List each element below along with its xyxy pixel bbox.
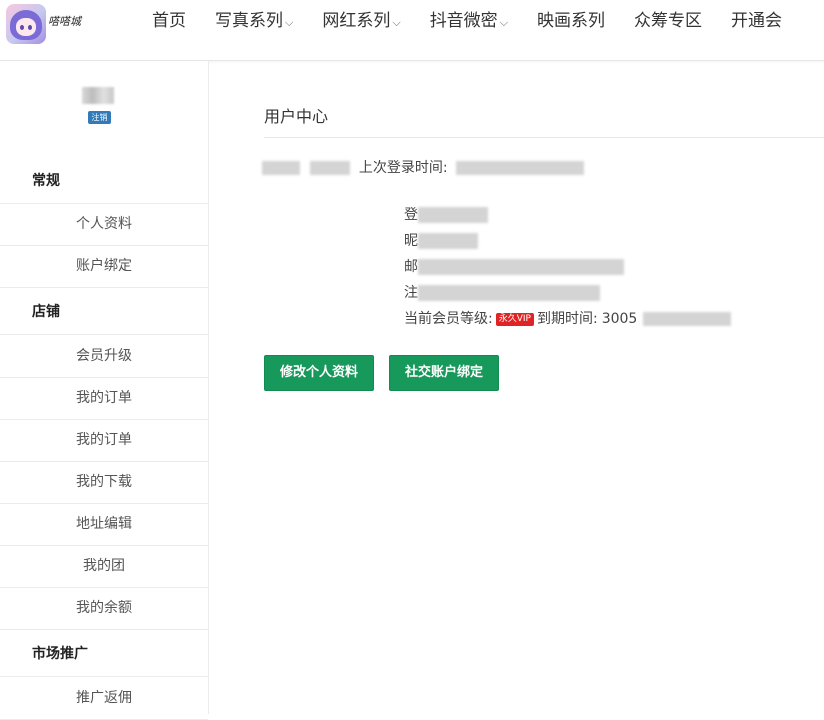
field-label: 昵	[404, 233, 418, 249]
nav-item-influencer-series[interactable]: 网红系列 ⌵	[322, 0, 400, 42]
sidebar-section-shop: 店铺	[0, 290, 208, 335]
nav-item-crowdfunding[interactable]: 众筹专区	[634, 0, 702, 42]
redacted-expire-date	[643, 312, 732, 326]
nav-item-label: 众筹专区	[634, 11, 703, 31]
redacted-value	[418, 207, 488, 223]
info-email: 邮	[404, 256, 624, 278]
nav-item-membership[interactable]: 开通会	[731, 0, 782, 42]
expire-label: 到期时间:	[536, 311, 598, 327]
info-login-name: 登	[404, 204, 488, 226]
field-label: 邮	[404, 259, 418, 275]
logout-button[interactable]: 注销	[88, 111, 111, 124]
sidebar-item-my-orders-2[interactable]: 我的订单	[0, 420, 208, 462]
chevron-down-icon: ⌵	[499, 16, 509, 29]
nav-item-label: 抖音微密	[429, 11, 498, 31]
avatar[interactable]	[82, 87, 114, 104]
nav-item-home[interactable]: 首页	[152, 0, 186, 42]
redacted-value	[418, 259, 624, 275]
info-register-time: 注	[404, 282, 600, 304]
nav-item-photo-series[interactable]: 写真系列 ⌵	[215, 0, 293, 42]
nav-item-douyin[interactable]: 抖音微密 ⌵	[430, 0, 508, 42]
site-logo[interactable]	[6, 4, 46, 44]
sidebar-section-general: 常规	[0, 159, 208, 204]
sidebar-item-my-downloads[interactable]: 我的下载	[0, 462, 208, 504]
sidebar-section-marketing: 市场推广	[0, 632, 208, 677]
info-member-level: 当前会员等级: 永久VIP 到期时间: 3005	[404, 308, 732, 330]
logo-face	[16, 18, 36, 36]
logo-eye-left	[20, 25, 24, 30]
sidebar-item-profile[interactable]: 个人资料	[0, 204, 208, 246]
chevron-down-icon: ⌵	[392, 16, 401, 29]
page-title: 用户中心	[264, 107, 329, 126]
redacted-value	[418, 285, 600, 301]
last-login-row: 上次登录时间:	[262, 158, 585, 178]
sidebar-item-my-group[interactable]: 我的团	[0, 546, 208, 588]
redacted-value	[418, 233, 478, 249]
site-logo-text[interactable]: 嗒嗒城	[48, 13, 81, 29]
nav-item-label: 开通会	[731, 11, 783, 31]
info-nickname: 昵	[404, 230, 478, 252]
nav-item-label: 首页	[152, 11, 186, 31]
field-label: 注	[404, 285, 418, 301]
social-account-bind-button[interactable]: 社交账户绑定	[389, 355, 499, 391]
field-label: 登	[404, 207, 418, 223]
redacted-username	[262, 161, 300, 175]
chevron-down-icon: ⌵	[285, 16, 294, 29]
redacted-greeting	[310, 161, 351, 175]
title-divider	[264, 137, 824, 138]
nav-item-label: 写真系列	[215, 11, 283, 31]
nav-item-film-series[interactable]: 映画系列	[537, 0, 605, 42]
user-sidebar: 注销 常规 个人资料 账户绑定 店铺 会员升级 我的订单 我的订单 我的下载 地…	[0, 61, 209, 720]
nav-item-label: 网红系列	[322, 11, 391, 31]
nav-item-label: 映画系列	[537, 11, 606, 31]
logo-eye-right	[28, 25, 32, 30]
last-login-label: 上次登录时间:	[358, 160, 448, 176]
sidebar-item-member-upgrade[interactable]: 会员升级	[0, 336, 208, 378]
sidebar-item-my-orders[interactable]: 我的订单	[0, 378, 208, 420]
vip-badge: 永久VIP	[495, 312, 534, 326]
redacted-login-time	[456, 161, 585, 175]
member-level-label: 当前会员等级:	[404, 311, 493, 327]
edit-profile-button[interactable]: 修改个人资料	[264, 355, 374, 391]
main-menu: 首页 写真系列 ⌵ 网红系列 ⌵ 抖音微密 ⌵ 映画系列 众筹专区 开通会	[152, 0, 811, 42]
sidebar-item-address-edit[interactable]: 地址编辑	[0, 504, 208, 546]
sidebar-item-my-balance[interactable]: 我的余额	[0, 588, 208, 630]
sidebar-item-account-binding[interactable]: 账户绑定	[0, 246, 208, 288]
expire-value: 3005	[601, 311, 638, 327]
top-navigation: 嗒嗒城 首页 写真系列 ⌵ 网红系列 ⌵ 抖音微密 ⌵ 映画系列 众筹专区 开通会	[0, 0, 824, 61]
